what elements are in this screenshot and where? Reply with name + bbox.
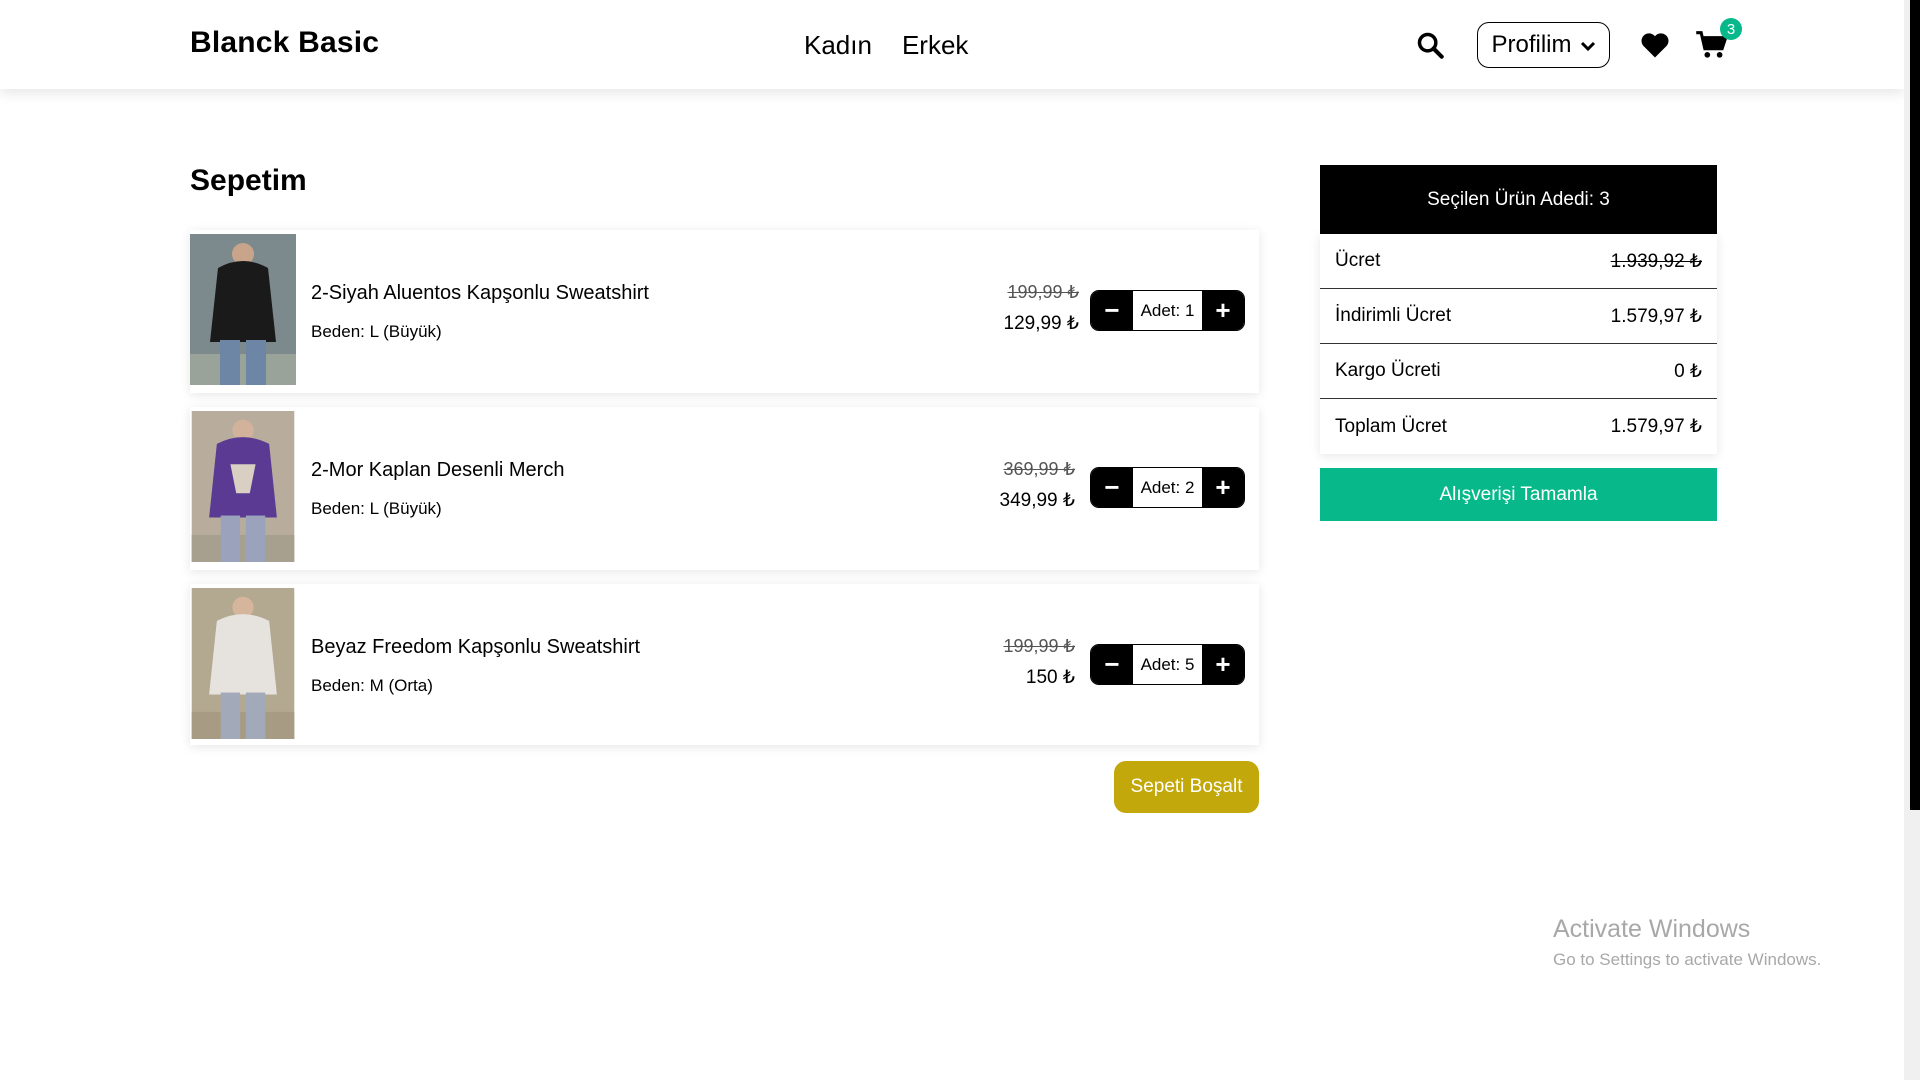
price-block: 199,99 ₺ 150 ₺ xyxy=(1003,636,1075,689)
product-image[interactable] xyxy=(190,234,296,385)
header-actions: Profilim 3 xyxy=(1413,18,1742,68)
summary-row-shipping: Kargo Ücreti 0 ₺ xyxy=(1320,344,1717,399)
price-block: 369,99 ₺ 349,99 ₺ xyxy=(1000,459,1075,512)
main-nav: Kadın Erkek xyxy=(804,30,968,61)
cart-count-badge: 3 xyxy=(1720,18,1742,40)
product-size: Beden: M (Orta) xyxy=(311,676,433,695)
product-name[interactable]: 2-Siyah Aluentos Kapşonlu Sweatshirt xyxy=(311,282,649,305)
product-size: Beden: L (Büyük) xyxy=(311,499,442,518)
summary-row-price: Ücret 1.939,92 ₺ xyxy=(1320,234,1717,289)
decrease-quantity-button[interactable]: − xyxy=(1091,468,1133,507)
watermark-subtitle: Go to Settings to activate Windows. xyxy=(1553,950,1822,969)
increase-quantity-button[interactable]: + xyxy=(1202,468,1244,507)
chevron-down-icon xyxy=(1580,31,1596,59)
quantity-stepper: − Adet: 1 + xyxy=(1090,290,1245,331)
discounted-price: 349,99 ₺ xyxy=(999,490,1075,511)
summary-label: Toplam Ücret xyxy=(1335,415,1447,437)
price-block: 199,99 ₺ 129,99 ₺ xyxy=(1004,282,1079,335)
empty-cart-button[interactable]: Sepeti Boşalt xyxy=(1114,761,1259,813)
summary-value: 1.579,97 ₺ xyxy=(1610,305,1702,327)
discounted-price: 129,99 ₺ xyxy=(1003,313,1079,334)
discounted-price: 150 ₺ xyxy=(1025,667,1075,688)
increase-quantity-button[interactable]: + xyxy=(1202,645,1244,684)
summary-row-discounted: İndirimli Ücret 1.579,97 ₺ xyxy=(1320,289,1717,344)
summary-table: Ücret 1.939,92 ₺ İndirimli Ücret 1.579,9… xyxy=(1320,234,1717,454)
summary-label: İndirimli Ücret xyxy=(1335,305,1452,326)
search-icon[interactable] xyxy=(1413,28,1447,62)
windows-activation-watermark: Activate Windows Go to Settings to activ… xyxy=(1553,915,1821,970)
product-image[interactable] xyxy=(190,411,296,562)
cart-item: 2-Siyah Aluentos Kapşonlu Sweatshirt Bed… xyxy=(190,230,1259,393)
watermark-title: Activate Windows xyxy=(1553,915,1751,943)
summary-value: 0 ₺ xyxy=(1674,360,1702,382)
quantity-label: Adet: 5 xyxy=(1133,645,1202,684)
profile-label: Profilim xyxy=(1491,31,1572,58)
page-scrollbar[interactable] xyxy=(1904,0,1920,1080)
order-summary: Seçilen Ürün Adedi: 3 Ücret 1.939,92 ₺ İ… xyxy=(1320,165,1717,521)
summary-row-total: Toplam Ücret 1.579,97 ₺ xyxy=(1320,399,1717,454)
summary-value: 1.579,97 ₺ xyxy=(1610,416,1702,437)
brand-logo[interactable]: Blanck Basic xyxy=(190,26,379,60)
old-price: 199,99 ₺ xyxy=(1003,636,1075,656)
nav-link-erkek[interactable]: Erkek xyxy=(902,30,968,61)
cart-item-list: 2-Siyah Aluentos Kapşonlu Sweatshirt Bed… xyxy=(190,230,1259,759)
old-price: 199,99 ₺ xyxy=(1007,282,1079,302)
quantity-label: Adet: 2 xyxy=(1133,468,1202,507)
product-name[interactable]: Beyaz Freedom Kapşonlu Sweatshirt xyxy=(311,636,640,659)
cart-item: Beyaz Freedom Kapşonlu Sweatshirt Beden:… xyxy=(190,584,1259,745)
product-name[interactable]: 2-Mor Kaplan Desenli Merch xyxy=(311,459,564,482)
quantity-stepper: − Adet: 2 + xyxy=(1090,467,1245,508)
cart-item: 2-Mor Kaplan Desenli Merch Beden: L (Büy… xyxy=(190,407,1259,570)
summary-label: Kargo Ücreti xyxy=(1335,360,1441,381)
nav-link-kadin[interactable]: Kadın xyxy=(804,30,872,61)
cart-icon[interactable]: 3 xyxy=(1694,18,1742,62)
summary-header: Seçilen Ürün Adedi: 3 xyxy=(1320,165,1717,234)
summary-value: 1.939,92 ₺ xyxy=(1610,250,1702,272)
top-navbar: Blanck Basic Kadın Erkek Profilim 3 xyxy=(0,0,1904,89)
heart-icon[interactable] xyxy=(1638,28,1672,62)
product-image[interactable] xyxy=(190,588,296,739)
decrease-quantity-button[interactable]: − xyxy=(1091,291,1133,330)
decrease-quantity-button[interactable]: − xyxy=(1091,645,1133,684)
summary-label: Ücret xyxy=(1335,250,1381,271)
scrollbar-thumb[interactable] xyxy=(1910,0,1920,810)
checkout-button[interactable]: Alışverişi Tamamla xyxy=(1320,468,1717,521)
old-price: 369,99 ₺ xyxy=(1003,459,1075,479)
increase-quantity-button[interactable]: + xyxy=(1202,291,1244,330)
profile-dropdown-button[interactable]: Profilim xyxy=(1477,22,1610,68)
product-size: Beden: L (Büyük) xyxy=(311,322,442,341)
quantity-stepper: − Adet: 5 + xyxy=(1090,644,1245,685)
quantity-label: Adet: 1 xyxy=(1133,291,1202,330)
page-title: Sepetim xyxy=(190,164,307,197)
